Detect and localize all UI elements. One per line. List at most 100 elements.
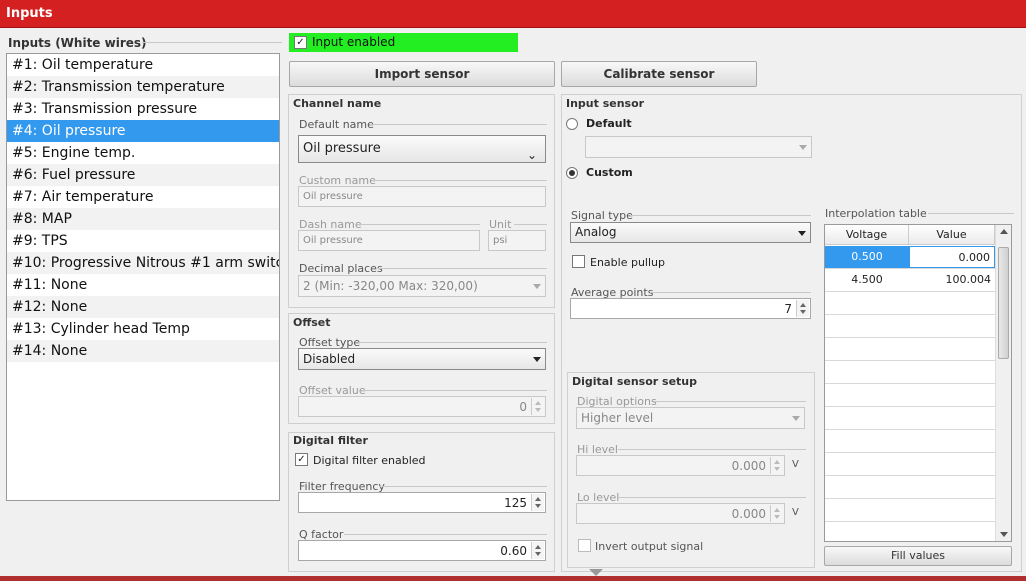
table-row[interactable] bbox=[825, 315, 995, 338]
dropdown-arrow-icon bbox=[799, 145, 807, 150]
signal-type-select[interactable]: Analog bbox=[570, 222, 811, 243]
spinner-arrows-icon[interactable] bbox=[531, 542, 544, 559]
list-item[interactable]: #12: None bbox=[7, 296, 279, 318]
table-row[interactable] bbox=[825, 430, 995, 453]
list-item[interactable]: #9: TPS bbox=[7, 230, 279, 252]
spinner-arrows-icon[interactable] bbox=[531, 494, 544, 511]
interpolation-table-label: Interpolation table bbox=[825, 207, 927, 220]
default-name-label: Default name bbox=[299, 118, 374, 131]
fill-values-button[interactable]: Fill values bbox=[824, 546, 1012, 566]
list-item[interactable]: #6: Fuel pressure bbox=[7, 164, 279, 186]
table-scrollbar[interactable] bbox=[995, 225, 1011, 541]
filter-frequency-spinbox[interactable]: 125 bbox=[298, 492, 546, 513]
calibrate-sensor-button[interactable]: Calibrate sensor bbox=[561, 61, 757, 87]
digital-filter-enabled-label: Digital filter enabled bbox=[313, 454, 426, 467]
lo-level-spinbox[interactable]: 0.000 bbox=[576, 503, 785, 524]
input-sensor-title: Input sensor bbox=[566, 97, 645, 110]
table-cell-voltage[interactable]: 4.500 bbox=[825, 269, 909, 291]
invert-output-checkbox[interactable] bbox=[578, 539, 591, 552]
default-sensor-select[interactable] bbox=[585, 136, 812, 158]
decimal-places-value: 2 (Min: -320,00 Max: 320,00) bbox=[303, 279, 478, 293]
window-titlebar: Inputs bbox=[0, 0, 1026, 28]
scrollbar-thumb[interactable] bbox=[998, 247, 1009, 359]
custom-radio[interactable] bbox=[566, 167, 578, 179]
chevron-down-icon: ⌄ bbox=[526, 148, 537, 162]
spinner-arrows-icon[interactable] bbox=[796, 300, 809, 317]
inputs-list[interactable]: #1: Oil temperature #2: Transmission tem… bbox=[6, 53, 280, 501]
table-row[interactable] bbox=[825, 522, 995, 541]
channel-name-title: Channel name bbox=[293, 97, 382, 110]
window-title: Inputs bbox=[6, 6, 53, 21]
table-row[interactable] bbox=[825, 361, 995, 384]
list-item[interactable]: #7: Air temperature bbox=[7, 186, 279, 208]
dropdown-arrow-icon bbox=[792, 416, 800, 421]
table-row[interactable] bbox=[825, 407, 995, 430]
list-item[interactable]: #5: Engine temp. bbox=[7, 142, 279, 164]
input-enabled-label: Input enabled bbox=[312, 35, 396, 49]
default-name-select[interactable]: Oil pressure ⌄ bbox=[298, 135, 546, 163]
scroll-down-icon[interactable] bbox=[1000, 532, 1008, 537]
table-row[interactable]: 0.500 0.000 bbox=[825, 246, 995, 269]
list-item[interactable]: #10: Progressive Nitrous #1 arm switch bbox=[7, 252, 279, 274]
signal-type-value: Analog bbox=[575, 225, 617, 239]
hi-level-spinbox[interactable]: 0.000 bbox=[576, 455, 785, 476]
table-cell-voltage[interactable]: 0.500 bbox=[825, 246, 909, 268]
list-item[interactable]: #2: Transmission temperature bbox=[7, 76, 279, 98]
dropdown-arrow-icon bbox=[533, 284, 541, 289]
spinner-arrows-icon[interactable] bbox=[531, 398, 544, 415]
enable-pullup-checkbox[interactable] bbox=[572, 255, 585, 268]
filter-frequency-value: 125 bbox=[504, 495, 527, 510]
offset-value-spinbox[interactable]: 0 bbox=[298, 396, 546, 417]
digital-options-value: Higher level bbox=[581, 411, 654, 425]
list-item[interactable]: #1: Oil temperature bbox=[7, 54, 279, 76]
signal-type-label: Signal type bbox=[571, 209, 633, 222]
table-row[interactable] bbox=[825, 453, 995, 476]
list-item[interactable]: #8: MAP bbox=[7, 208, 279, 230]
custom-radio-label: Custom bbox=[586, 166, 633, 179]
digital-filter-checkbox[interactable]: ✓ bbox=[295, 453, 308, 466]
import-sensor-button[interactable]: Import sensor bbox=[289, 61, 555, 87]
input-enabled-bar[interactable]: ✓ Input enabled bbox=[289, 33, 518, 52]
table-row[interactable] bbox=[825, 499, 995, 522]
dropdown-arrow-icon bbox=[798, 230, 806, 236]
list-item-selected[interactable]: #4: Oil pressure bbox=[7, 120, 279, 142]
decimal-places-select[interactable]: 2 (Min: -320,00 Max: 320,00) bbox=[298, 275, 546, 297]
offset-title: Offset bbox=[293, 316, 331, 329]
chevron-down-icon[interactable] bbox=[589, 569, 603, 576]
custom-name-input[interactable]: Oil pressure bbox=[298, 186, 546, 207]
q-factor-spinbox[interactable]: 0.60 bbox=[298, 540, 546, 561]
invert-output-label: Invert output signal bbox=[595, 540, 704, 553]
list-item[interactable]: #13: Cylinder head Temp bbox=[7, 318, 279, 340]
list-item[interactable]: #3: Transmission pressure bbox=[7, 98, 279, 120]
average-points-value: 7 bbox=[784, 301, 792, 316]
bottom-border bbox=[0, 576, 1026, 581]
unit-input[interactable]: psi bbox=[488, 230, 546, 251]
spinner-arrows-icon[interactable] bbox=[770, 505, 783, 522]
lo-level-unit: V bbox=[792, 507, 799, 518]
dash-name-input[interactable]: Oil pressure bbox=[298, 230, 480, 251]
table-row[interactable] bbox=[825, 384, 995, 407]
spinner-arrows-icon[interactable] bbox=[770, 457, 783, 474]
scroll-up-icon[interactable] bbox=[1000, 229, 1008, 234]
table-cell-value[interactable]: 100.004 bbox=[909, 269, 995, 291]
table-row[interactable] bbox=[825, 292, 995, 315]
offset-type-value: Disabled bbox=[303, 352, 356, 366]
dropdown-arrow-icon bbox=[533, 357, 541, 362]
q-factor-value: 0.60 bbox=[500, 543, 527, 558]
list-item[interactable]: #11: None bbox=[7, 274, 279, 296]
digital-options-select[interactable]: Higher level bbox=[576, 407, 805, 429]
average-points-spinbox[interactable]: 7 bbox=[570, 298, 811, 319]
column-header-voltage[interactable]: Voltage bbox=[825, 225, 909, 245]
lo-level-value: 0.000 bbox=[731, 506, 766, 521]
table-row[interactable] bbox=[825, 338, 995, 361]
input-enabled-checkbox[interactable]: ✓ bbox=[294, 36, 307, 49]
table-row[interactable] bbox=[825, 476, 995, 499]
table-row[interactable]: 4.500 100.004 bbox=[825, 269, 995, 292]
table-cell-value[interactable]: 0.000 bbox=[909, 246, 995, 268]
default-radio[interactable] bbox=[566, 118, 578, 130]
interpolation-table[interactable]: Voltage Value 0.500 0.000 4.500 100.004 bbox=[824, 224, 1012, 542]
list-item[interactable]: #14: None bbox=[7, 340, 279, 362]
offset-type-select[interactable]: Disabled bbox=[298, 348, 546, 370]
column-header-value[interactable]: Value bbox=[909, 225, 995, 245]
digital-filter-title: Digital filter bbox=[293, 434, 368, 447]
